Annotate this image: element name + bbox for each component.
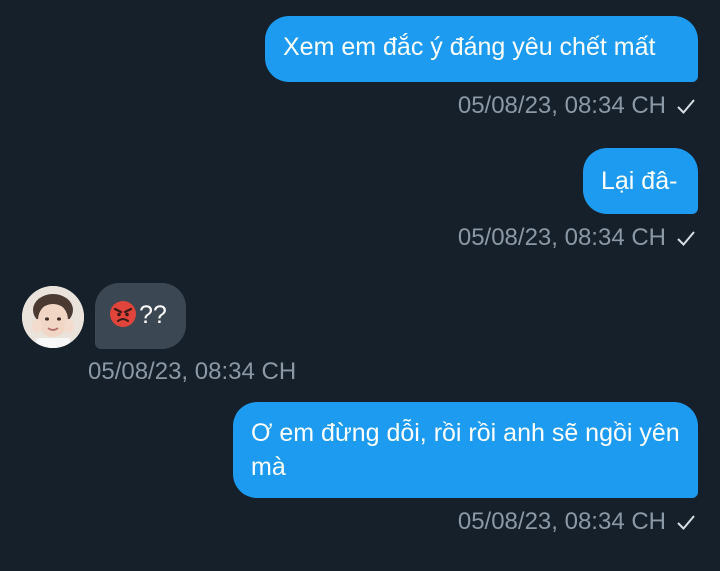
message-timestamp: 05/08/23, 08:34 CH [457, 224, 666, 251]
sent-check-icon [677, 231, 695, 246]
message-bubble-incoming[interactable]: ?? [95, 283, 186, 349]
message-meta: 05/08/23, 08:34 CH [458, 506, 696, 538]
message-timestamp: 05/08/23, 08:34 CH [457, 92, 666, 119]
message-timestamp: 05/08/23, 08:34 CH [88, 358, 297, 385]
message-text: Lại đâ- [601, 167, 678, 195]
chat-thread: Xem em đắc ý đáng yêu chết mất 05/08/23,… [0, 0, 720, 571]
message-bubble-outgoing[interactable]: Xem em đắc ý đáng yêu chết mất [265, 16, 698, 82]
message-meta: 05/08/23, 08:34 CH [88, 356, 296, 388]
angry-face-icon [110, 301, 136, 328]
message-bubble-outgoing[interactable]: Lại đâ- [583, 148, 698, 214]
message-meta: 05/08/23, 08:34 CH [458, 90, 696, 122]
message-meta: 05/08/23, 08:34 CH [458, 222, 696, 254]
message-timestamp: 05/08/23, 08:34 CH [457, 508, 666, 535]
avatar-image [22, 286, 84, 348]
message-bubble-outgoing[interactable]: Ơ em đừng dỗi, rồi rồi anh sẽ ngồi yên m… [233, 402, 698, 498]
sent-check-icon [677, 515, 695, 530]
sent-check-icon [677, 99, 695, 114]
message-text: Xem em đắc ý đáng yêu chết mất [283, 33, 656, 61]
message-text: ?? [139, 301, 167, 329]
sender-avatar[interactable] [22, 286, 84, 348]
message-text: Ơ em đừng dỗi, rồi rồi anh sẽ ngồi yên m… [251, 419, 680, 481]
